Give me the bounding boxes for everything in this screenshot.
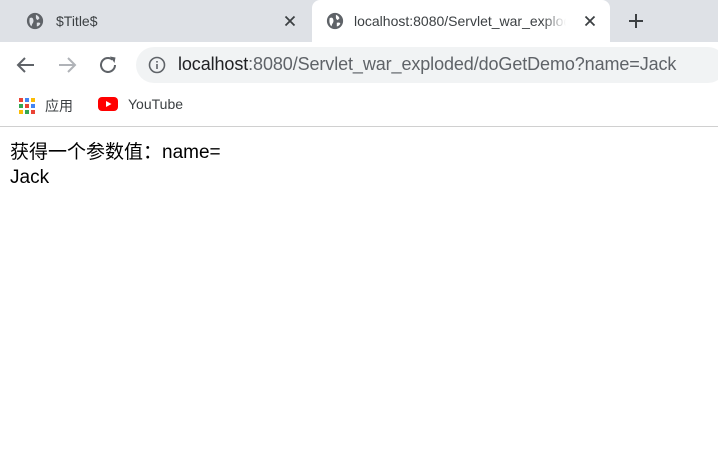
bookmark-label: YouTube	[128, 96, 184, 112]
tab-title: $Title$	[56, 13, 98, 29]
youtube-icon	[98, 97, 118, 111]
globe-icon	[326, 12, 344, 30]
bookmark-youtube[interactable]: YouTube	[98, 96, 183, 112]
close-icon[interactable]	[582, 13, 598, 29]
tab-localhost[interactable]: localhost:8080/Servlet_war_exploded/doGe…	[312, 0, 610, 42]
bookmark-label: 应用	[45, 98, 73, 114]
bookmark-apps[interactable]: 应用	[19, 96, 73, 116]
tab-title-placeholder[interactable]: $Title$	[0, 0, 312, 42]
forward-arrow-icon[interactable]	[55, 53, 79, 77]
parameter-value: Jack	[10, 167, 50, 188]
url-host: localhost	[178, 54, 249, 74]
toolbar: localhost:8080/Servlet_war_exploded/doGe…	[0, 42, 718, 88]
address-bar[interactable]: localhost:8080/Servlet_war_exploded/doGe…	[136, 47, 718, 83]
parameter-label: 获得一个参数值：name=	[10, 142, 221, 163]
info-icon[interactable]	[148, 56, 166, 74]
back-arrow-icon[interactable]	[14, 53, 38, 77]
reload-icon[interactable]	[96, 53, 120, 77]
tab-title: localhost:8080/Servlet_war_exploded/doGe…	[354, 13, 566, 29]
bookmarks-bar: 应用 YouTube	[0, 88, 718, 127]
tab-strip: $Title$ localhost:8080/Servlet_war_explo…	[0, 0, 718, 42]
page-content: 获得一个参数值：name= Jack	[10, 140, 221, 190]
globe-icon	[26, 12, 44, 30]
url-path: :8080/Servlet_war_exploded/doGetDemo?nam…	[248, 54, 677, 74]
url-text[interactable]: localhost:8080/Servlet_war_exploded/doGe…	[178, 54, 676, 75]
close-icon[interactable]	[282, 13, 298, 29]
apps-grid-icon	[19, 98, 35, 114]
new-tab-plus-icon[interactable]	[626, 11, 646, 31]
